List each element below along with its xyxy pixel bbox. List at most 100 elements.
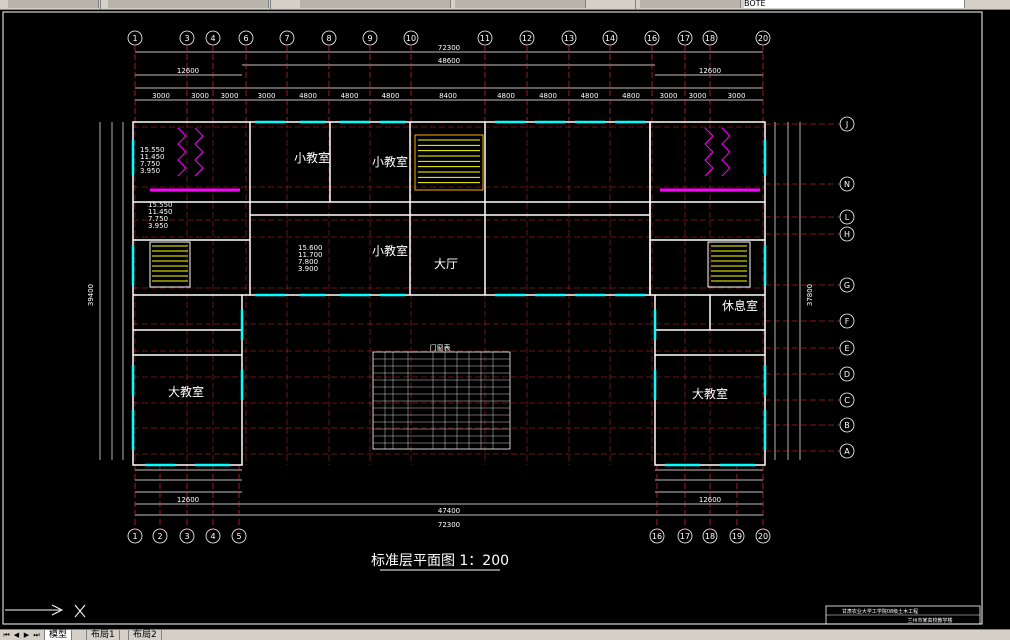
elevation-marks: 15.55011.4507.7503.950 15.55011.4507.750…	[140, 146, 323, 273]
zoom-toolbar[interactable]	[300, 0, 451, 8]
axis-label: G	[844, 281, 850, 290]
axis-bubble-20: 20	[755, 30, 771, 46]
axis-bubble-bottom-16: 16	[649, 528, 665, 544]
axis-label: 4	[210, 34, 215, 43]
properties-toolbar[interactable]	[455, 0, 586, 8]
axis-bubble-N: N	[839, 176, 855, 192]
axis-label: 19	[732, 532, 742, 541]
dim-total-top2: 48600	[438, 57, 460, 65]
axis-label: 13	[564, 34, 574, 43]
axis-bubble-14: 14	[602, 30, 618, 46]
axis-label: 6	[243, 34, 248, 43]
floor-plan-drawing: 1 3 4 6 7 8 9 10 11 12 13 14 16 17 18 20 1 2 3 4 5 16 17 18 19 2…	[2, 11, 983, 625]
layout-tabs-bar: ⏮ ◀ ▶ ⏭ 模型 布局1 布局2	[0, 629, 1010, 640]
dim-total-bottom: 72300	[438, 521, 460, 529]
toolbar-separator	[100, 0, 101, 9]
axis-label: 4	[210, 532, 215, 541]
axis-bubble-bottom-18: 18	[702, 528, 718, 544]
axis-label: 16	[652, 532, 662, 541]
axis-label: 1	[132, 34, 137, 43]
axis-label: N	[844, 180, 850, 189]
axis-label: F	[845, 317, 850, 326]
axis-bubble-J: J	[839, 116, 855, 132]
room-small-class-1: 小教室	[294, 150, 330, 165]
dimension-texts: 72300 48600 12600 12600 12600 12600 4740…	[87, 44, 814, 529]
axis-label: 11	[480, 34, 490, 43]
title-block-school: 甘肃农业大学工学院08级土木工程	[842, 608, 918, 615]
axis-bubble-8: 8	[321, 30, 337, 46]
ucs-icon	[5, 604, 86, 618]
standard-toolbar[interactable]	[8, 0, 99, 8]
axis-bubble-bottom-1: 1	[127, 528, 143, 544]
stair-main	[414, 134, 484, 191]
axis-bubble-E: E	[839, 340, 855, 356]
title-block-project: 兰州市某高校教学楼	[907, 617, 952, 624]
axis-bubble-H: H	[839, 226, 855, 242]
axis-bubble-3: 3	[179, 30, 195, 46]
axis-bubble-bottom-2: 2	[152, 528, 168, 544]
dim-total-top: 72300	[438, 44, 460, 52]
axis-bubble-7: 7	[279, 30, 295, 46]
axis-label: 1	[132, 532, 137, 541]
drawing-border	[2, 11, 983, 625]
drawing-title: 标准层平面图 1：200	[371, 553, 509, 569]
axis-bubble-G: G	[839, 277, 855, 293]
toolbar-separator	[635, 0, 636, 9]
axis-label: 14	[605, 34, 615, 43]
span-dim: 3000	[152, 92, 170, 100]
axis-label: 5	[236, 532, 241, 541]
elevation-value: 3.950	[140, 167, 160, 175]
axis-label: 20	[758, 532, 768, 541]
axis-label: B	[844, 421, 850, 430]
span-dim: 4800	[341, 92, 359, 100]
axis-label: 20	[758, 34, 768, 43]
stair-right	[707, 241, 751, 288]
axis-label: 17	[680, 532, 690, 541]
axis-label: A	[844, 447, 850, 456]
axis-bubble-10: 10	[403, 30, 419, 46]
axis-bubble-L: L	[839, 209, 855, 225]
room-rest: 休息室	[722, 298, 758, 313]
axis-grid-right: J N LH G F E D C B A	[839, 116, 855, 459]
axis-bubble-9: 9	[362, 30, 378, 46]
axis-bubble-bottom-17: 17	[677, 528, 693, 544]
layer-dropdown[interactable]: BOTE	[744, 0, 965, 8]
axis-label: 10	[406, 34, 416, 43]
stair-left	[149, 241, 191, 288]
span-dim: 3000	[221, 92, 239, 100]
room-hall: 大厅	[434, 257, 458, 271]
axis-label: 3	[184, 532, 189, 541]
axis-bubble-4: 4	[205, 30, 221, 46]
axis-label: 18	[705, 34, 715, 43]
span-dim: 3000	[728, 92, 746, 100]
axis-bubble-17: 17	[677, 30, 693, 46]
dim-wing-right: 12600	[699, 67, 721, 75]
vertical-scrollbar[interactable]	[996, 10, 1010, 628]
axis-label: 18	[705, 532, 715, 541]
dim-mid-bottom: 47400	[438, 507, 460, 515]
axis-bubble-A: A	[839, 443, 855, 459]
elevation-value: 3.900	[298, 265, 318, 273]
span-dim: 3000	[689, 92, 707, 100]
axis-label: E	[844, 344, 849, 353]
axis-bubble-bottom-3: 3	[179, 528, 195, 544]
axis-bubble-12: 12	[519, 30, 535, 46]
span-dim: 4800	[622, 92, 640, 100]
axis-label: 12	[522, 34, 532, 43]
span-dim: 3000	[191, 92, 209, 100]
drawing-canvas[interactable]: 1 3 4 6 7 8 9 10 11 12 13 14 16 17 18 20 1 2 3 4 5 16 17 18 19 2…	[0, 10, 1010, 628]
edit-toolbar[interactable]	[108, 0, 269, 8]
dim-wing-left: 12600	[177, 67, 199, 75]
axis-bubble-bottom-20: 20	[755, 528, 771, 544]
axis-label: C	[844, 396, 850, 405]
axis-bubble-C: C	[839, 392, 855, 408]
axis-bubble-bottom-19: 19	[729, 528, 745, 544]
layer-toolbar[interactable]	[640, 0, 741, 8]
axis-bubble-F: F	[839, 313, 855, 329]
axis-bubble-11: 11	[477, 30, 493, 46]
axis-label: 16	[647, 34, 657, 43]
toolbar: BOTE	[0, 0, 1010, 10]
axis-bubble-18: 18	[702, 30, 718, 46]
room-labels: 小教室 小教室 小教室 大厅 休息室 大教室 大教室	[168, 150, 758, 401]
axis-label: 9	[367, 34, 372, 43]
